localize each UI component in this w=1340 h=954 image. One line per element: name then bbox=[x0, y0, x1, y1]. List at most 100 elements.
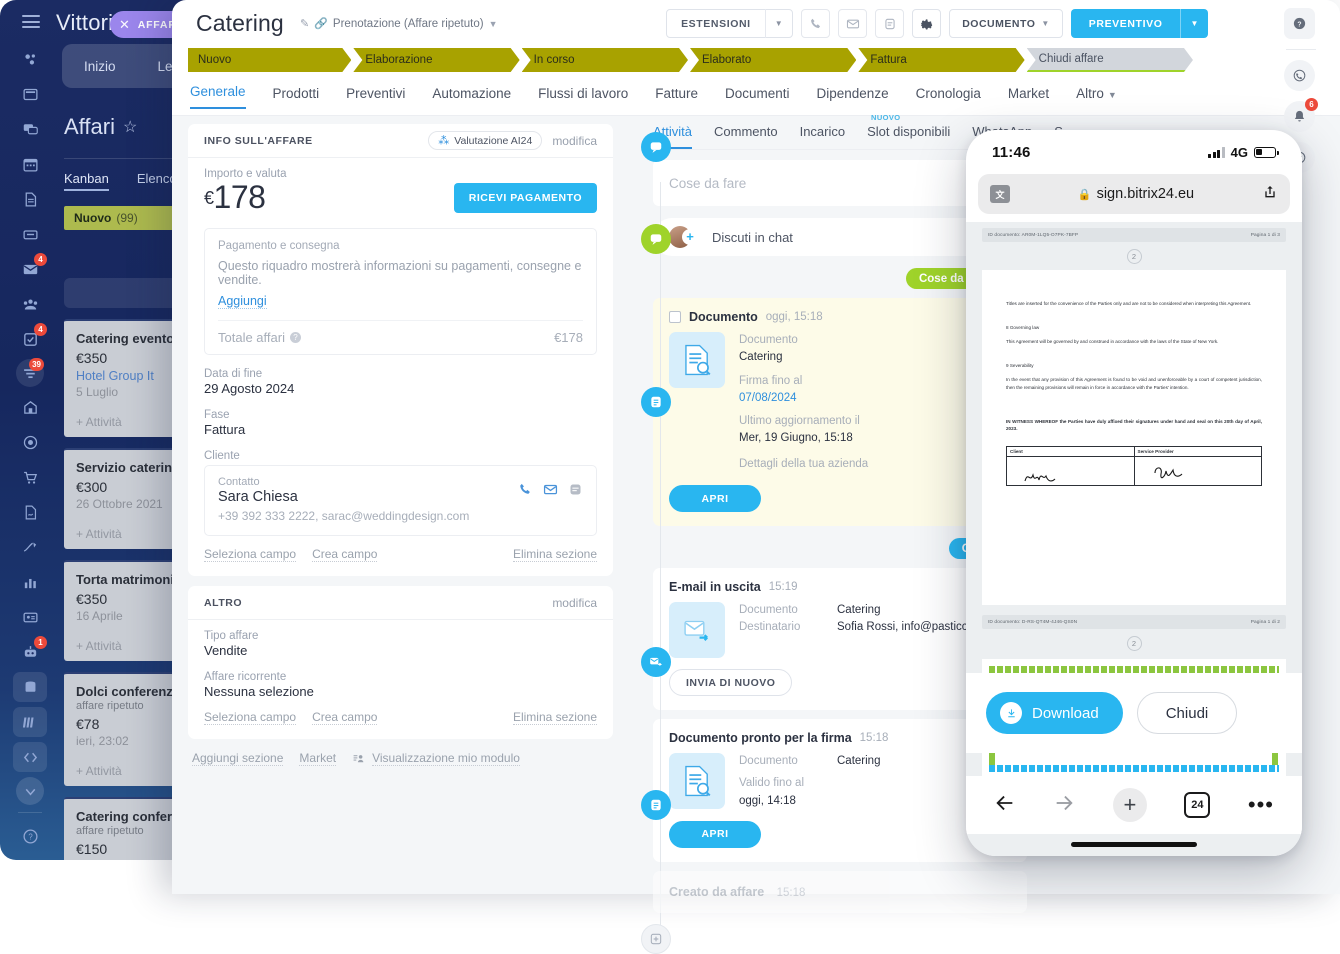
tab-market[interactable]: Market bbox=[1008, 86, 1049, 109]
back-icon[interactable] bbox=[994, 792, 1016, 819]
analytics-pen-icon[interactable] bbox=[13, 532, 47, 562]
edit-link[interactable]: modifica bbox=[552, 134, 597, 148]
tab-inizio[interactable]: Inizio bbox=[84, 59, 116, 74]
bitrix-logo-icon[interactable] bbox=[13, 44, 47, 74]
stage-fattura[interactable]: Fattura bbox=[858, 48, 1024, 72]
tab-preventivi[interactable]: Preventivi bbox=[346, 86, 405, 109]
stage-in-corso[interactable]: In corso bbox=[522, 48, 688, 72]
reports-icon[interactable] bbox=[13, 567, 47, 597]
email-icon[interactable] bbox=[838, 9, 867, 38]
tab-lead[interactable]: Le bbox=[158, 59, 173, 74]
browser-url-bar[interactable]: 文 🔒 sign.bitrix24.eu bbox=[978, 174, 1290, 214]
info-help-icon[interactable]: ? bbox=[290, 332, 301, 343]
favorite-star-icon[interactable]: ☆ bbox=[123, 117, 137, 137]
documento-button[interactable]: DOCUMENTO ▼ bbox=[949, 9, 1063, 38]
new-tab-plus-icon[interactable]: + bbox=[1113, 788, 1147, 822]
contact-card-icon[interactable] bbox=[13, 602, 47, 632]
deal-type-value[interactable]: Vendite bbox=[204, 643, 597, 658]
close-icon[interactable]: ✕ bbox=[119, 17, 131, 33]
help-icon[interactable]: ? bbox=[13, 821, 47, 851]
openline-chat-icon[interactable] bbox=[875, 9, 904, 38]
drive-icon[interactable] bbox=[13, 219, 47, 249]
tab-fatture[interactable]: Fatture bbox=[655, 86, 698, 109]
chevron-down-icon[interactable]: ▼ bbox=[766, 19, 793, 28]
help-icon[interactable]: ? bbox=[1284, 8, 1315, 39]
knowledge-icon[interactable] bbox=[13, 707, 47, 737]
delete-section-link[interactable]: Elimina sezione bbox=[513, 547, 597, 562]
tasks-icon[interactable]: 4 bbox=[13, 324, 47, 354]
select-field-link[interactable]: Seleziona campo bbox=[204, 547, 296, 562]
sign-icon[interactable] bbox=[13, 497, 47, 527]
settings-gear-icon[interactable] bbox=[912, 9, 941, 38]
calendar-icon[interactable] bbox=[13, 149, 47, 179]
add-participant-icon[interactable]: + bbox=[682, 229, 698, 245]
timeline-tab-slot[interactable]: Slot disponibili bbox=[867, 124, 950, 149]
extensions-button[interactable]: ESTENSIONI ▼ bbox=[666, 9, 793, 38]
edit-pencil-icon[interactable]: ✎ bbox=[300, 17, 309, 30]
deal-category[interactable]: Prenotazione (Affare ripetuto) bbox=[333, 18, 484, 30]
tab-cronologia[interactable]: Cronologia bbox=[916, 86, 981, 109]
create-field-link[interactable]: Crea campo bbox=[312, 547, 377, 562]
developer-icon[interactable] bbox=[13, 742, 47, 772]
chevron-down-icon[interactable]: ▼ bbox=[1181, 19, 1208, 28]
receive-payment-button[interactable]: RICEVI PAGAMENTO bbox=[454, 183, 597, 213]
link-icon[interactable]: 🔗 bbox=[314, 17, 328, 30]
delete-section-link[interactable]: Elimina sezione bbox=[513, 710, 597, 725]
timeline-tab-commento[interactable]: Commento bbox=[714, 124, 778, 149]
view-elenco[interactable]: Elenco bbox=[137, 171, 177, 191]
my-form-view-link[interactable]: Visualizzazione mio modulo bbox=[372, 751, 520, 766]
view-kanban[interactable]: Kanban bbox=[64, 171, 109, 191]
network-icon[interactable] bbox=[13, 856, 47, 860]
documents-icon[interactable] bbox=[13, 184, 47, 214]
timeline-tab-incarico[interactable]: Incarico bbox=[800, 124, 846, 149]
call-center-icon[interactable] bbox=[1284, 60, 1315, 91]
chat-icon[interactable] bbox=[568, 482, 583, 502]
crm-filter-icon[interactable]: 39 bbox=[16, 359, 44, 387]
close-button[interactable]: Chiudi bbox=[1137, 692, 1238, 734]
stage-nuovo[interactable]: Nuovo bbox=[188, 48, 351, 72]
forward-icon[interactable] bbox=[1053, 792, 1075, 819]
call-icon[interactable] bbox=[801, 9, 830, 38]
tab-count-icon[interactable]: 24 bbox=[1184, 792, 1210, 818]
translate-icon[interactable]: 文 bbox=[990, 185, 1010, 203]
edit-link[interactable]: modifica bbox=[552, 596, 597, 610]
create-field-link[interactable]: Crea campo bbox=[312, 710, 377, 725]
contact-box[interactable]: Contatto Sara Chiesa +39 392 333 2222, s… bbox=[204, 465, 597, 536]
tab-dipendenze[interactable]: Dipendenze bbox=[817, 86, 889, 109]
stage-elaborato[interactable]: Elaborato bbox=[690, 48, 856, 72]
tab-documenti[interactable]: Documenti bbox=[725, 86, 790, 109]
groups-icon[interactable] bbox=[13, 289, 47, 319]
open-document-button[interactable]: APRI bbox=[669, 821, 761, 848]
add-section-link[interactable]: Aggiungi sezione bbox=[192, 751, 283, 766]
open-document-button[interactable]: APRI bbox=[669, 485, 761, 512]
tab-flussi-di-lavoro[interactable]: Flussi di lavoro bbox=[538, 86, 628, 109]
marketing-icon[interactable] bbox=[13, 427, 47, 457]
menu-icon[interactable] bbox=[22, 15, 40, 28]
tab-generale[interactable]: Generale bbox=[190, 84, 246, 109]
feed-icon[interactable] bbox=[13, 79, 47, 109]
select-field-link[interactable]: Seleziona campo bbox=[204, 710, 296, 725]
tab-altro[interactable]: Altro▼ bbox=[1076, 86, 1117, 109]
preventivo-button[interactable]: PREVENTIVO ▼ bbox=[1071, 9, 1208, 38]
stage-elaborazione[interactable]: Elaborazione bbox=[353, 48, 519, 72]
automation-bot-icon[interactable]: 1 bbox=[13, 637, 47, 667]
share-icon[interactable] bbox=[1262, 183, 1278, 206]
mail-icon[interactable]: 4 bbox=[13, 254, 47, 284]
tab-automazione[interactable]: Automazione bbox=[432, 86, 511, 109]
download-button[interactable]: Download bbox=[986, 692, 1123, 734]
tab-prodotti[interactable]: Prodotti bbox=[273, 86, 320, 109]
phone-document-viewer[interactable]: ID documento: AR0M-1LQ5-O7PK-7BFP Pagina… bbox=[966, 222, 1302, 856]
sites-icon[interactable] bbox=[13, 672, 47, 702]
end-date-value[interactable]: 29 Agosto 2024 bbox=[204, 381, 597, 396]
item-checkbox[interactable] bbox=[669, 311, 681, 323]
notifications-bell-icon[interactable]: 6 bbox=[1284, 101, 1315, 132]
email-icon[interactable] bbox=[543, 482, 558, 502]
phase-value[interactable]: Fattura bbox=[204, 422, 597, 437]
payment-add-link[interactable]: Aggiungi bbox=[218, 294, 267, 309]
company-icon[interactable] bbox=[13, 392, 47, 422]
ai-scoring-chip[interactable]: ⁂ Valutazione AI24 bbox=[428, 131, 542, 150]
chat-icon[interactable] bbox=[13, 114, 47, 144]
shop-icon[interactable] bbox=[13, 462, 47, 492]
more-chevron-icon[interactable] bbox=[16, 777, 44, 805]
resend-email-button[interactable]: INVIA DI NUOVO bbox=[669, 669, 792, 696]
